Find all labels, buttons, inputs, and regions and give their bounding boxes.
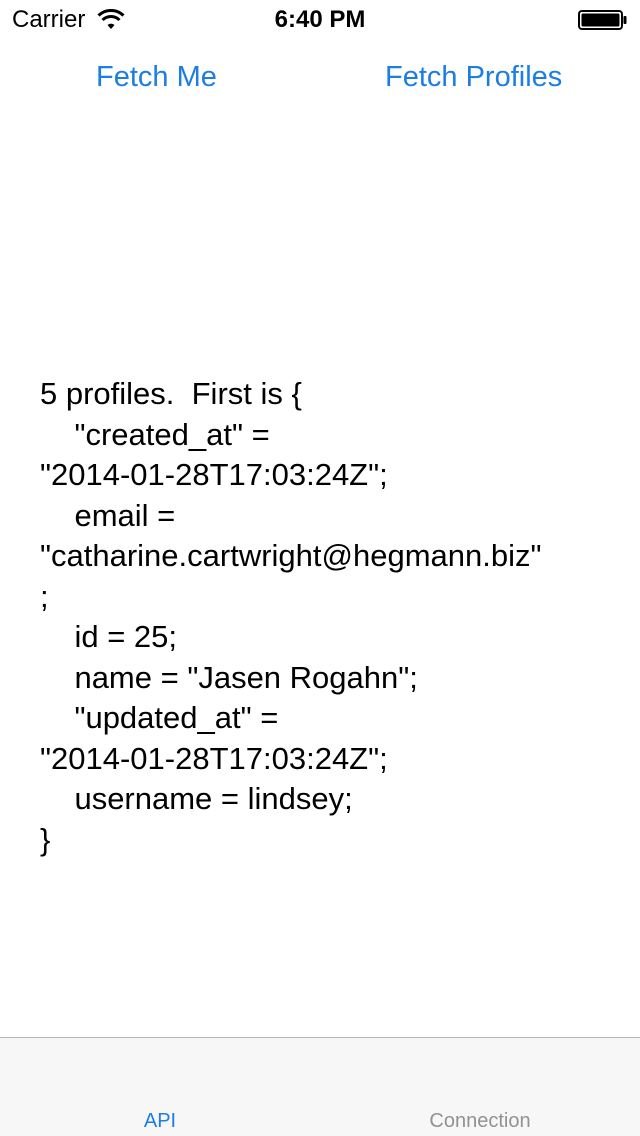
output-line: ; xyxy=(40,578,49,614)
tab-connection[interactable]: Connection xyxy=(320,1038,640,1136)
tab-bar: API Connection xyxy=(0,1037,640,1136)
output-line: } xyxy=(40,821,51,857)
output-line: "2014-01-28T17:03:24Z"; xyxy=(40,457,388,492)
clock-time: 6:40 PM xyxy=(274,6,366,33)
output-line: id = 25; xyxy=(40,619,178,654)
profile-output-text: 5 profiles. First is { "created_at" = "2… xyxy=(40,374,610,860)
battery-full-icon xyxy=(578,10,627,30)
output-line: "created_at" = xyxy=(40,416,270,452)
output-line: name = "Jasen Rogahn"; xyxy=(40,659,418,695)
status-bar: Carrier 6:40 PM xyxy=(0,0,640,40)
app-screen: Carrier 6:40 PM Fetch Me Fetch Profiles … xyxy=(0,0,640,1136)
output-line: email = xyxy=(40,497,176,533)
tab-api[interactable]: API xyxy=(0,1038,320,1136)
fetch-me-button[interactable]: Fetch Me xyxy=(96,58,217,96)
output-line: "2014-01-28T17:03:24Z"; xyxy=(40,740,388,776)
output-line: username = lindsey; xyxy=(40,781,353,816)
tab-connection-label: Connection xyxy=(429,1110,531,1132)
output-line: "catharine.cartwright@hegmann.biz" xyxy=(40,538,542,573)
output-line: 5 profiles. First is { xyxy=(40,376,302,411)
tab-api-label: API xyxy=(143,1110,177,1132)
fetch-profiles-button[interactable]: Fetch Profiles xyxy=(385,58,562,96)
output-line: "updated_at" = xyxy=(40,700,279,735)
